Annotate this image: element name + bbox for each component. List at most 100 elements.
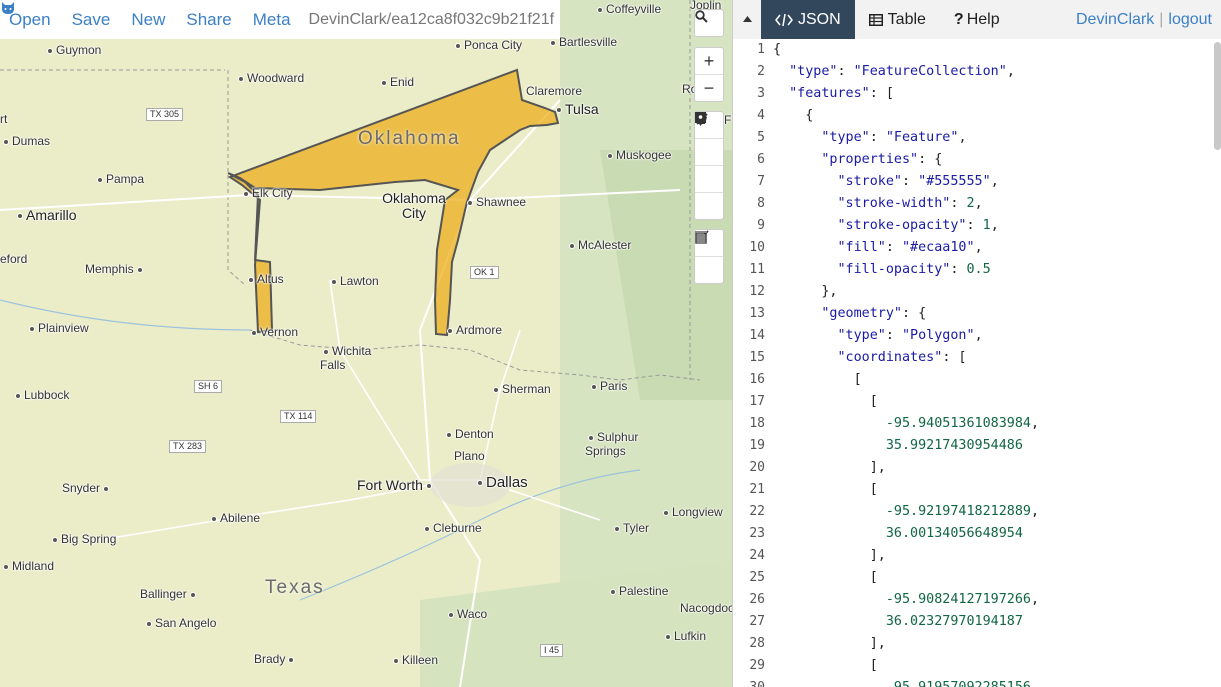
map-label: Midland bbox=[0, 559, 54, 573]
line-number: 10 bbox=[749, 240, 765, 255]
code-line[interactable]: 16 [ bbox=[733, 369, 1221, 391]
code-line[interactable]: 11 "fill-opacity": 0.5 bbox=[733, 259, 1221, 281]
map-label: Lufkin bbox=[662, 629, 706, 643]
zoom-out-button[interactable]: − bbox=[695, 75, 723, 101]
logout-link[interactable]: logout bbox=[1168, 11, 1212, 28]
search-icon bbox=[695, 10, 708, 23]
code-line[interactable]: 12 }, bbox=[733, 281, 1221, 303]
code-line[interactable]: 26 -95.90824127197266, bbox=[733, 589, 1221, 611]
search-button[interactable] bbox=[695, 10, 723, 36]
code-line[interactable]: 30 -95.91957092285156, bbox=[733, 677, 1221, 687]
line-number: 7 bbox=[757, 174, 765, 189]
code-text: [ bbox=[773, 482, 878, 497]
separator: | bbox=[1159, 11, 1164, 28]
code-text: "stroke-opacity": 1, bbox=[837, 218, 999, 233]
code-text: [ bbox=[773, 570, 878, 585]
line-number: 3 bbox=[757, 86, 765, 101]
map-label: Brady bbox=[254, 652, 297, 666]
road-shield: TX 114 bbox=[280, 410, 317, 423]
code-line[interactable]: 20 ], bbox=[733, 457, 1221, 479]
code-text: }, bbox=[773, 284, 838, 299]
line-number: 1 bbox=[757, 42, 765, 57]
draw-toolbar bbox=[694, 111, 724, 220]
save-button[interactable]: Save bbox=[72, 10, 111, 30]
tab-json[interactable]: JSON bbox=[761, 0, 855, 39]
code-text: -95.90824127197266, bbox=[885, 592, 1040, 607]
line-number: 30 bbox=[733, 677, 765, 687]
tab-help[interactable]: ? Help bbox=[940, 0, 1014, 39]
code-text: 36.00134056648954 bbox=[885, 526, 1023, 541]
code-line[interactable]: 17 [ bbox=[733, 391, 1221, 413]
map-view[interactable]: Oklahoma Texas Coffeyville Joplin Guymon… bbox=[0, 0, 732, 687]
share-button[interactable]: Share bbox=[186, 10, 231, 30]
code-text: "type": "Polygon", bbox=[837, 328, 983, 343]
gist-link[interactable]: DevinClark/ea12ca8f032c9b21f21f bbox=[2, 2, 554, 29]
map-label: Altus bbox=[245, 272, 284, 286]
edit-toolbar bbox=[694, 229, 724, 284]
line-number: 19 bbox=[749, 438, 765, 453]
map-label: Woodward bbox=[235, 71, 304, 85]
code-line[interactable]: 18 -95.94051361083984, bbox=[733, 413, 1221, 435]
draw-marker-button[interactable] bbox=[695, 114, 723, 219]
user-area: DevinClark | logout bbox=[1076, 11, 1212, 29]
code-text: -95.91957092285156, bbox=[773, 677, 1039, 687]
map-label: Fort Worth bbox=[357, 477, 435, 493]
tab-json-label: JSON bbox=[798, 10, 841, 28]
code-line[interactable]: 21 [ bbox=[733, 479, 1221, 501]
code-line[interactable]: 14 "type": "Polygon", bbox=[733, 325, 1221, 347]
map-label: Oklahoma City bbox=[382, 190, 446, 221]
code-line[interactable]: 15 "coordinates": [ bbox=[733, 347, 1221, 369]
code-line[interactable]: 1{ bbox=[733, 39, 1221, 61]
username-link[interactable]: DevinClark bbox=[1076, 11, 1154, 28]
code-line[interactable]: 9 "stroke-opacity": 1, bbox=[733, 215, 1221, 237]
delete-layers-button[interactable] bbox=[695, 231, 723, 283]
code-line[interactable]: 29 [ bbox=[733, 655, 1221, 677]
code-line[interactable]: 6 "properties": { bbox=[733, 149, 1221, 171]
editor-scrollbar[interactable] bbox=[1214, 42, 1221, 150]
code-line[interactable]: 25 [ bbox=[733, 567, 1221, 589]
new-button[interactable]: New bbox=[131, 10, 165, 30]
code-line[interactable]: 4 { bbox=[733, 105, 1221, 127]
code-line[interactable]: 7 "stroke": "#555555", bbox=[733, 171, 1221, 193]
code-line[interactable]: 5 "type": "Feature", bbox=[733, 127, 1221, 149]
code-line[interactable]: 24 ], bbox=[733, 545, 1221, 567]
line-number: 20 bbox=[749, 460, 765, 475]
map-label: Memphis bbox=[85, 262, 146, 276]
line-number: 11 bbox=[749, 262, 765, 277]
map-label: Muskogee bbox=[604, 148, 671, 162]
json-editor[interactable]: 1{2 "type": "FeatureCollection", 3 "featu… bbox=[733, 39, 1221, 687]
code-line[interactable]: 22 -95.92197418212889, bbox=[733, 501, 1221, 523]
line-number: 8 bbox=[757, 196, 765, 211]
code-line[interactable]: 2 "type": "FeatureCollection", bbox=[733, 61, 1221, 83]
code-text: "stroke": "#555555", bbox=[837, 174, 999, 189]
tab-table[interactable]: Table bbox=[855, 0, 940, 39]
code-line[interactable]: 8 "stroke-width": 2, bbox=[733, 193, 1221, 215]
map-label: Longview bbox=[660, 505, 723, 519]
code-text: [ bbox=[773, 394, 878, 409]
code-line[interactable]: 10 "fill": "#ecaa10", bbox=[733, 237, 1221, 259]
line-number: 29 bbox=[749, 658, 765, 673]
map-label: Ponca City bbox=[452, 38, 522, 52]
code-line[interactable]: 23 36.00134056648954 bbox=[733, 523, 1221, 545]
code-line[interactable]: 27 36.02327970194187 bbox=[733, 611, 1221, 633]
road-shield: SH 6 bbox=[194, 380, 223, 393]
editor-panel: JSON Table ? Help DevinClark | logout 1{2 … bbox=[732, 0, 1221, 687]
line-number: 23 bbox=[749, 526, 765, 541]
line-number: 12 bbox=[749, 284, 765, 299]
draw-polygon-button[interactable] bbox=[695, 113, 723, 166]
road-shield: I 45 bbox=[540, 644, 564, 657]
map-label: Enid bbox=[378, 75, 414, 89]
line-number: 26 bbox=[749, 592, 765, 607]
meta-button[interactable]: Meta bbox=[253, 10, 291, 30]
map-label: Coffeyville bbox=[594, 2, 661, 16]
map-label: Tulsa bbox=[553, 101, 599, 117]
zoom-in-button[interactable]: + bbox=[695, 48, 723, 75]
draw-rectangle-button[interactable] bbox=[695, 112, 723, 193]
code-line[interactable]: 3 "features": [ bbox=[733, 83, 1221, 105]
code-line[interactable]: 13 "geometry": { bbox=[733, 303, 1221, 325]
code-line[interactable]: 28 ], bbox=[733, 633, 1221, 655]
line-number: 17 bbox=[749, 394, 765, 409]
collapse-panel-button[interactable] bbox=[733, 14, 761, 25]
tab-help-label: Help bbox=[966, 10, 1000, 28]
code-line[interactable]: 19 35.99217430954486 bbox=[733, 435, 1221, 457]
